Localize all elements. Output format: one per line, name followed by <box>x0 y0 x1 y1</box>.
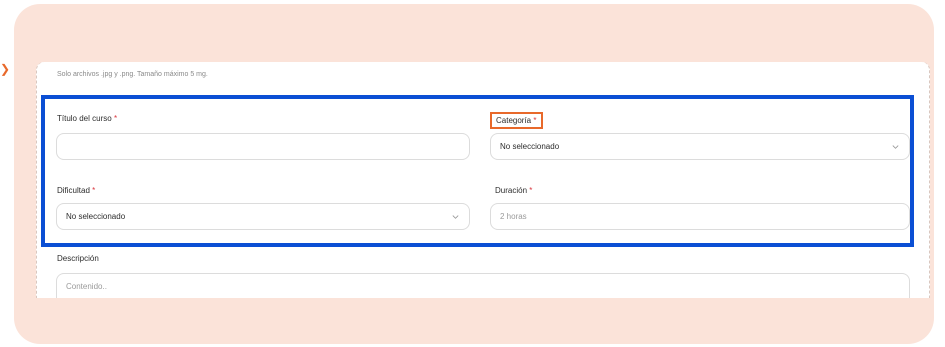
description-textarea[interactable]: Contenido.. <box>56 273 910 298</box>
chevron-down-icon <box>892 145 899 149</box>
difficulty-select[interactable]: No seleccionado <box>56 203 470 230</box>
difficulty-selected-value: No seleccionado <box>66 212 126 221</box>
difficulty-label: Dificultad * <box>57 186 95 195</box>
required-mark: * <box>533 116 537 125</box>
difficulty-label-text: Dificultad <box>57 186 90 195</box>
duration-label: Duración * <box>495 186 532 195</box>
category-selected-value: No seleccionado <box>500 142 560 151</box>
course-form: Solo archivos .jpg y .png. Tamaño máximo… <box>36 62 930 298</box>
description-placeholder: Contenido.. <box>66 282 107 291</box>
course-title-label: Título del curso * <box>57 114 117 123</box>
course-title-label-text: Título del curso <box>57 114 112 123</box>
file-format-hint: Solo archivos .jpg y .png. Tamaño máximo… <box>57 71 208 78</box>
required-mark: * <box>92 186 96 195</box>
category-label: Categoría * <box>490 112 543 129</box>
duration-input[interactable]: 2 horas <box>490 203 910 230</box>
category-select[interactable]: No seleccionado <box>490 133 910 160</box>
description-label: Descripción <box>57 254 99 263</box>
duration-placeholder: 2 horas <box>500 212 527 221</box>
pointer-arrow-icon: ❯ <box>0 62 11 76</box>
course-title-input[interactable] <box>56 133 470 160</box>
required-mark: * <box>529 186 533 195</box>
duration-label-text: Duración <box>495 186 528 195</box>
required-mark: * <box>113 114 118 123</box>
description-label-text: Descripción <box>57 254 99 263</box>
category-label-text: Categoría <box>496 116 532 125</box>
chevron-down-icon <box>452 215 459 219</box>
